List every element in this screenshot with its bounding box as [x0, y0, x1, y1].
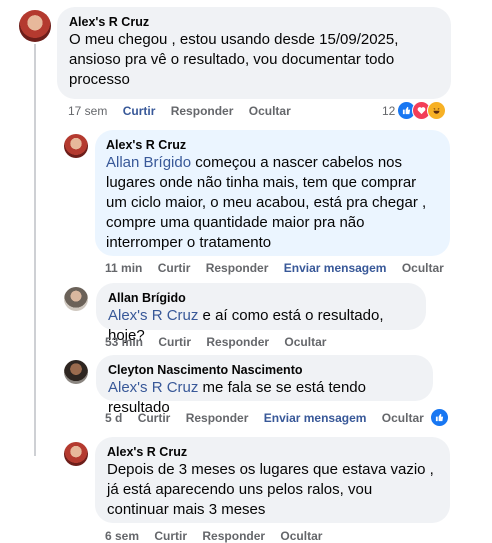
avatar[interactable] — [64, 134, 88, 158]
reply-button[interactable]: Responder — [202, 529, 265, 543]
comment-author[interactable]: Allan Brígido — [108, 290, 414, 306]
like-button[interactable]: Curtir — [158, 335, 191, 349]
comment-time[interactable]: 17 sem — [68, 104, 107, 118]
reaction-count: 12 — [382, 103, 396, 118]
thread-line — [34, 44, 36, 404]
mention-link[interactable]: Allan Brígido — [106, 154, 191, 171]
reactions-summary[interactable]: 12 — [382, 101, 447, 120]
hide-button[interactable]: Ocultar — [280, 529, 322, 543]
comment-bubble: Allan Brígido Alex's R Cruz e aí como es… — [96, 283, 426, 344]
like-button[interactable]: Curtir — [123, 104, 156, 118]
like-button[interactable]: Curtir — [138, 411, 171, 425]
send-message-button[interactable]: Enviar mensagem — [284, 261, 387, 275]
comment-time[interactable]: 53 min — [105, 335, 143, 349]
comment-bubble: Cleyton Nascimento Nascimento Alex's R C… — [96, 355, 433, 416]
like-button[interactable]: Curtir — [158, 261, 191, 275]
comment-bubble: Alex's R Cruz O meu chegou , estou usand… — [57, 7, 451, 99]
comment-bubble: Alex's R Cruz Depois de 3 meses os lugar… — [95, 437, 450, 523]
reply-button[interactable]: Responder — [206, 261, 269, 275]
comment-text: O meu chegou , estou usando desde 15/09/… — [69, 31, 399, 88]
like-reaction-icon — [430, 408, 449, 427]
comment-author[interactable]: Cleyton Nascimento Nascimento — [108, 362, 421, 378]
reactions-summary[interactable] — [430, 408, 449, 427]
comment-actions: 11 min Curtir Responder Enviar mensagem … — [105, 261, 456, 275]
comment-text: Depois de 3 meses os lugares que estava … — [107, 461, 434, 518]
comment-actions: 5 d Curtir Responder Enviar mensagem Ocu… — [105, 411, 436, 425]
avatar[interactable] — [19, 10, 51, 42]
comment-actions: 53 min Curtir Responder Ocultar — [105, 335, 338, 349]
comment-author[interactable]: Alex's R Cruz — [106, 137, 438, 153]
comment-actions: 6 sem Curtir Responder Ocultar — [105, 529, 334, 543]
reply-button[interactable]: Responder — [186, 411, 249, 425]
comment-author[interactable]: Alex's R Cruz — [107, 444, 438, 460]
comment-time[interactable]: 6 sem — [105, 529, 139, 543]
hide-button[interactable]: Ocultar — [249, 104, 291, 118]
comment-text: Allan Brígido começou a nascer cabelos n… — [106, 153, 438, 253]
mention-link[interactable]: Alex's R Cruz — [108, 379, 198, 396]
comment-bubble: Alex's R Cruz Allan Brígido começou a na… — [95, 130, 450, 256]
comment-actions: 17 sem Curtir Responder Ocultar — [68, 104, 303, 118]
send-message-button[interactable]: Enviar mensagem — [264, 411, 367, 425]
comment-author[interactable]: Alex's R Cruz — [69, 14, 439, 30]
hide-button[interactable]: Ocultar — [284, 335, 326, 349]
hide-button[interactable]: Ocultar — [382, 411, 424, 425]
avatar[interactable] — [64, 287, 88, 311]
mention-link[interactable]: Alex's R Cruz — [108, 307, 198, 324]
haha-reaction-icon — [427, 101, 447, 120]
like-button[interactable]: Curtir — [154, 529, 187, 543]
avatar[interactable] — [64, 360, 88, 384]
reply-button[interactable]: Responder — [171, 104, 234, 118]
comment-time[interactable]: 5 d — [105, 411, 122, 425]
reply-button[interactable]: Responder — [206, 335, 269, 349]
comment-time[interactable]: 11 min — [105, 261, 142, 275]
avatar[interactable] — [64, 442, 88, 466]
thread-line — [34, 404, 36, 456]
hide-button[interactable]: Ocultar — [402, 261, 444, 275]
